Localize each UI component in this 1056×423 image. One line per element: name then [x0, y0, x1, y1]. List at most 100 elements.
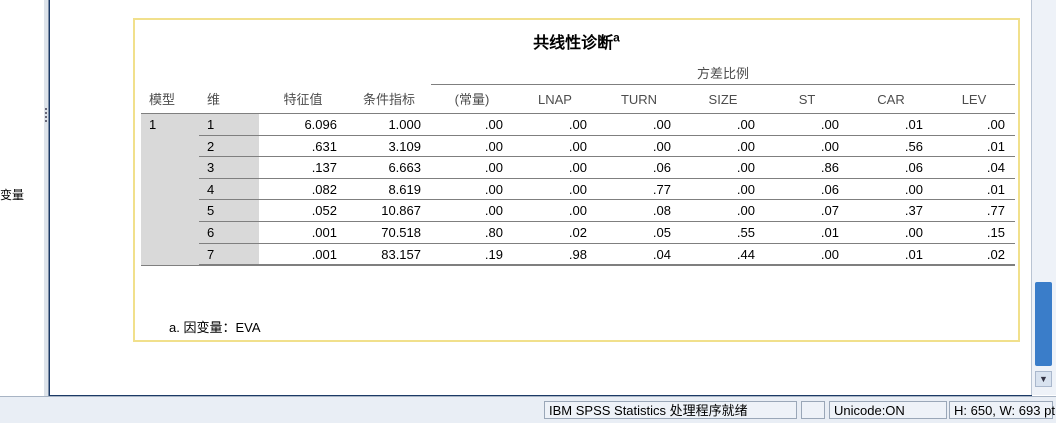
table-cell: .00	[568, 160, 587, 176]
table-cell: 1.000	[388, 117, 421, 132]
table-cell: 6.663	[388, 160, 421, 176]
variable-label: 变量	[0, 188, 25, 202]
column-header: LEV	[961, 92, 987, 107]
status-bar: IBM SPSS Statistics 处理程序就绪 Unicode:ON H:…	[0, 396, 1056, 423]
dimension-cell: 1	[199, 114, 259, 136]
table-bottom-rule	[141, 265, 1015, 267]
table-footnote: a. 因变量：EVA	[169, 320, 261, 335]
table-cell: .001	[311, 225, 337, 240]
table-cell: .00	[484, 160, 503, 176]
table-cell: .06	[820, 181, 839, 197]
table-cell: 6.096	[304, 117, 337, 132]
table-cell: 3.109	[388, 138, 421, 154]
table-cell: .00	[904, 181, 923, 197]
table-cell: .00	[736, 117, 755, 132]
unicode-status: Unicode:ON	[829, 401, 947, 419]
column-header: 模型	[149, 92, 176, 107]
table-cell: .00	[736, 203, 755, 219]
table-cell: .052	[311, 203, 337, 219]
pivot-title: 共线性诊断a	[135, 29, 1018, 53]
table-cell: .86	[820, 160, 839, 176]
table-cell: .01	[986, 138, 1005, 154]
pivot-title-text: 共线性诊断	[533, 35, 614, 52]
table-cell: 70.518	[381, 225, 421, 240]
table-cell: .06	[652, 160, 671, 176]
table-cell: .08	[652, 203, 671, 219]
vertical-scrollbar[interactable]: ▼	[1031, 0, 1056, 395]
table-cell: .04	[986, 160, 1005, 176]
splitter-grip-icon[interactable]	[45, 108, 47, 122]
model-label: 1	[149, 117, 157, 132]
table-cell: .00	[820, 138, 839, 154]
table-cell: .15	[986, 225, 1005, 240]
column-header: (常量)	[454, 92, 490, 107]
table-cell: .00	[484, 138, 503, 154]
dimension-cell: 7	[199, 243, 259, 266]
table-cell: .00	[736, 160, 755, 176]
table-cell: .00	[652, 138, 671, 154]
scroll-down-arrow-icon[interactable]: ▼	[1035, 371, 1052, 387]
table-cell: .00	[568, 138, 587, 154]
column-header: 维	[207, 92, 221, 107]
table-cell: .77	[652, 181, 671, 197]
table-cell: .00	[986, 117, 1005, 132]
status-empty-slot	[801, 401, 825, 419]
table-cell: .06	[904, 160, 923, 176]
table-cell: .00	[484, 203, 503, 219]
table-cell: .00	[904, 225, 923, 240]
table-cell: .56	[904, 138, 923, 154]
table-cell: 83.157	[381, 246, 421, 262]
page-size-status: H: 650, W: 693 pt.	[949, 401, 1056, 419]
table-cell: .00	[568, 203, 587, 219]
table-cell: .00	[736, 181, 755, 197]
group-header: 方差比例	[696, 66, 749, 81]
table-cell: .00	[568, 181, 587, 197]
table-cell: .98	[568, 246, 587, 262]
group-header-rule	[431, 84, 1015, 85]
table-cell: .00	[568, 117, 587, 132]
table-cell: 10.867	[381, 203, 421, 219]
table-cell: .01	[904, 117, 923, 132]
dimension-cell: 5	[199, 200, 259, 222]
table-cell: .01	[820, 225, 839, 240]
column-header: 条件指标	[362, 92, 415, 107]
table-cell: .00	[484, 117, 503, 132]
table-cell: .80	[484, 225, 503, 240]
table-cell: .44	[736, 246, 755, 262]
table-cell: .001	[311, 246, 337, 262]
table-cell: .01	[904, 246, 923, 262]
table-cell: .04	[652, 246, 671, 262]
table-cell: 8.619	[388, 181, 421, 197]
table-cell: .00	[652, 117, 671, 132]
column-header: ST	[798, 92, 816, 107]
column-header: TURN	[620, 92, 658, 107]
table-cell: .00	[820, 117, 839, 132]
collinearity-pivot-table[interactable]: 共线性诊断a 方差比例模型 维 特征值 条件指标 (常量) LNAP TURN SIZE ST C…	[133, 18, 1020, 342]
column-header: SIZE	[708, 92, 738, 107]
column-header: CAR	[877, 92, 905, 107]
table-cell: .05	[652, 225, 671, 240]
dimension-cell: 4	[199, 178, 259, 201]
scrollbar-thumb[interactable]	[1035, 282, 1052, 366]
table-cell: .00	[820, 246, 839, 262]
title-footnote-mark: a	[613, 30, 620, 45]
output-viewer: 共线性诊断a 方差比例模型 维 特征值 条件指标 (常量) LNAP TURN SIZE ST C…	[49, 0, 1032, 396]
table-cell: .01	[986, 181, 1005, 197]
processor-status: IBM SPSS Statistics 处理程序就绪	[544, 401, 797, 419]
table-cell: .00	[484, 181, 503, 197]
variable-pane: 变量	[0, 0, 45, 396]
table-cell: .00	[736, 138, 755, 154]
dimension-cell: 2	[199, 135, 259, 158]
table-cell: .55	[736, 225, 755, 240]
table-cell: .631	[311, 138, 337, 154]
column-header: 特征值	[283, 92, 323, 107]
column-header: LNAP	[538, 92, 572, 107]
dimension-cell: 6	[199, 222, 259, 244]
table-cell: .082	[311, 181, 337, 197]
table-cell: .137	[311, 160, 337, 176]
table-cell: .77	[986, 203, 1005, 219]
dimension-cell: 3	[199, 157, 259, 179]
table-cell: .02	[986, 246, 1005, 262]
table-cell: .37	[904, 203, 923, 219]
table-cell: .07	[820, 203, 839, 219]
